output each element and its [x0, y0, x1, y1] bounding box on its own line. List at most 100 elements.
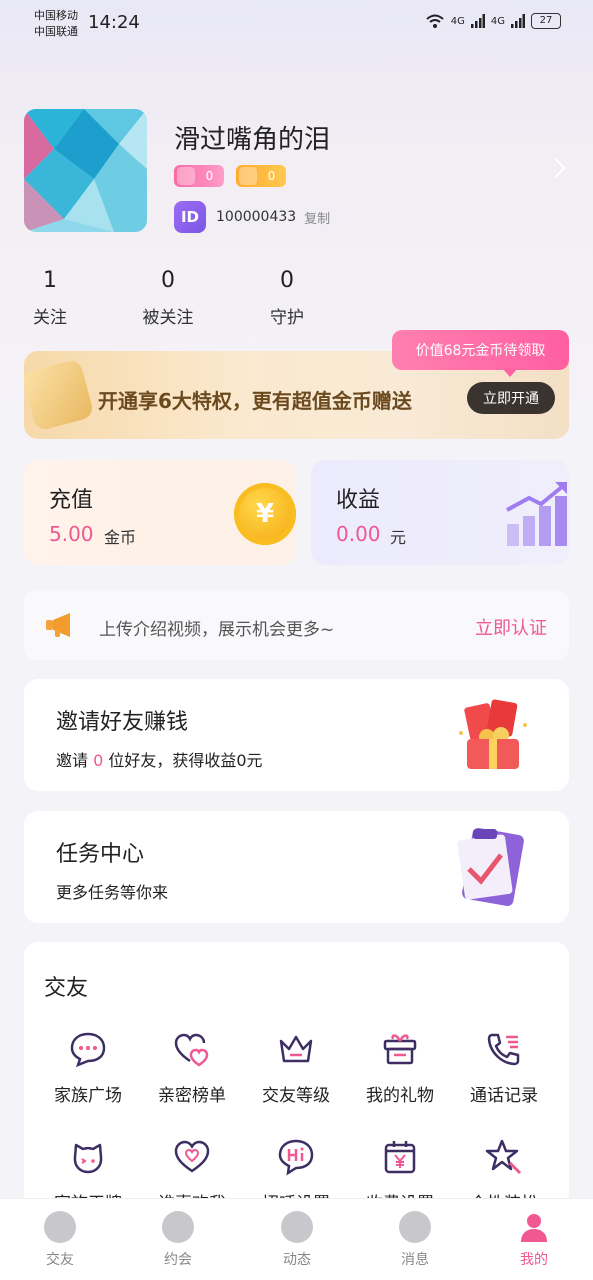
phone-log-icon — [487, 1033, 520, 1066]
recharge-card[interactable]: 充值 5.00 金币 ¥ — [24, 460, 296, 565]
signal-2-label: 4G — [490, 15, 505, 27]
invite-friends-card[interactable]: 邀请好友赚钱 邀请 0 位好友，获得收益0元 — [24, 679, 569, 791]
status-icons: 4G 4G 27 — [425, 13, 561, 29]
clipboard-check-icon — [457, 827, 524, 907]
recharge-title: 充值 — [49, 488, 94, 513]
charm-badge: 0 — [174, 165, 224, 187]
wealth-value: 0 — [267, 169, 276, 183]
avatar-image — [24, 109, 147, 232]
signal-2-icon — [511, 14, 525, 28]
tab-label: 我的 — [520, 1252, 548, 1268]
profile-header[interactable]: 滑过嘴角的泪 0 0 ID 100000433 复制 — [24, 109, 569, 234]
tab-label: 交友 — [46, 1252, 74, 1268]
task-subtitle: 更多任务等你来 — [56, 883, 169, 902]
carrier-labels: 中国移动 中国联通 — [34, 8, 78, 40]
tab-label: 动态 — [283, 1252, 311, 1268]
person-tab-icon — [521, 1214, 547, 1242]
section-title: 交友 — [44, 976, 89, 1001]
clock: 14:24 — [88, 12, 140, 33]
tab-moments[interactable]: 动态 — [257, 1211, 337, 1269]
wealth-icon — [239, 167, 257, 185]
invite-title: 邀请好友赚钱 — [56, 710, 189, 735]
charm-icon — [177, 167, 195, 185]
intro-video-notice[interactable]: 上传介绍视频，展示机会更多~ 立即认证 — [24, 590, 569, 660]
stat-value: 0 — [280, 268, 294, 293]
tab-label: 约会 — [164, 1252, 192, 1268]
wealth-badge: 0 — [236, 165, 286, 187]
income-unit: 元 — [390, 528, 407, 547]
badge-row: 0 0 — [174, 165, 286, 187]
vip-open-button[interactable]: 立即开通 — [467, 382, 555, 414]
vip-banner-text: 开通享6大特权，更有超值金币赠送 — [98, 389, 412, 413]
tab-friends[interactable]: 交友 — [20, 1211, 100, 1269]
avatar[interactable] — [24, 109, 147, 232]
grid-item-label: 家族广场 — [54, 1086, 122, 1106]
tab-messages[interactable]: 消息 — [375, 1211, 455, 1269]
compass-tab-icon — [281, 1211, 313, 1243]
signal-1-icon — [470, 14, 485, 28]
stat-value: 1 — [43, 268, 57, 293]
income-amount: 0.00 — [336, 522, 381, 546]
stat-following[interactable]: 1 关注 — [10, 268, 90, 328]
grid-item-friend-level[interactable]: 交友等级 — [244, 1029, 348, 1106]
grid-item-label: 交友等级 — [262, 1086, 330, 1106]
stat-value: 0 — [161, 268, 175, 293]
grid-item-label: 亲密榜单 — [158, 1086, 226, 1106]
gold-coin-icon: ¥ — [234, 483, 296, 545]
stat-label: 守护 — [270, 308, 304, 328]
invite-subtitle: 邀请 0 位好友，获得收益0元 — [56, 747, 263, 771]
verify-now-link[interactable]: 立即认证 — [475, 614, 547, 640]
grid-item-intimacy-ranking[interactable]: 亲密榜单 — [140, 1029, 244, 1106]
heart-outline-icon — [174, 1140, 210, 1173]
carrier-1: 中国移动 — [34, 9, 78, 22]
hearts-icon — [174, 1033, 209, 1067]
tab-dating[interactable]: 约会 — [138, 1211, 218, 1269]
carrier-2: 中国联通 — [34, 25, 78, 38]
hi-bubble-icon — [278, 1139, 314, 1176]
nickname: 滑过嘴角的泪 — [174, 125, 331, 155]
stat-label: 关注 — [33, 308, 67, 328]
recharge-amount: 5.00 — [49, 522, 94, 546]
star-wand-icon — [485, 1139, 522, 1175]
task-title: 任务中心 — [56, 842, 145, 867]
chevron-right-icon[interactable] — [546, 158, 566, 178]
vip-shield-icon — [24, 358, 95, 432]
bottom-tab-bar: 交友 约会 动态 消息 我的 — [0, 1198, 593, 1280]
grid-item-family-square[interactable]: 家族广场 — [36, 1029, 140, 1106]
grid-item-my-gifts[interactable]: 我的礼物 — [348, 1029, 452, 1106]
battery-indicator: 27 — [531, 13, 561, 29]
hearts-tab-icon — [44, 1211, 76, 1243]
wifi-icon — [426, 14, 444, 28]
grid-item-call-history[interactable]: 通话记录 — [452, 1029, 556, 1106]
yen-tag-icon — [384, 1141, 416, 1174]
megaphone-icon — [46, 613, 70, 637]
status-bar: 中国移动 中国联通 14:24 4G 4G 27 — [0, 0, 593, 50]
friends-section: 交友 家族广场 亲密榜单 交友等级 我的礼物 通话记录 家族王牌 谁喜欢我 招呼… — [24, 942, 569, 1242]
crown-icon — [279, 1035, 313, 1063]
stat-label: 被关注 — [142, 308, 194, 328]
bar-chart-icon — [506, 482, 567, 546]
id-tag: ID — [174, 201, 206, 233]
chat-tab-icon — [399, 1211, 431, 1243]
cat-face-icon — [73, 1143, 103, 1174]
tab-label: 消息 — [401, 1252, 429, 1268]
grid-item-label: 通话记录 — [470, 1086, 538, 1106]
charm-value: 0 — [205, 169, 214, 183]
invite-sub-prefix: 邀请 — [56, 751, 94, 770]
heart-tab-icon — [162, 1211, 194, 1243]
stat-guardians[interactable]: 0 守护 — [247, 268, 327, 328]
chat-bubble-icon — [70, 1032, 106, 1068]
recharge-unit: 金币 — [104, 528, 137, 547]
income-title: 收益 — [336, 488, 381, 513]
vip-reward-bubble: 价值68元金币待领取 — [392, 330, 569, 377]
notice-message: 上传介绍视频，展示机会更多~ — [99, 620, 335, 640]
grid-item-label: 我的礼物 — [366, 1086, 434, 1106]
task-center-card[interactable]: 任务中心 更多任务等你来 — [24, 811, 569, 923]
income-card[interactable]: 收益 0.00 元 — [311, 460, 569, 565]
stat-followers[interactable]: 0 被关注 — [128, 268, 208, 328]
tab-me[interactable]: 我的 — [494, 1211, 574, 1269]
red-envelope-gift-icon — [459, 699, 527, 769]
copy-id-button[interactable]: 复制 — [304, 208, 330, 227]
user-id-row: ID 100000433 复制 — [174, 200, 344, 234]
signal-1-label: 4G — [450, 15, 465, 27]
